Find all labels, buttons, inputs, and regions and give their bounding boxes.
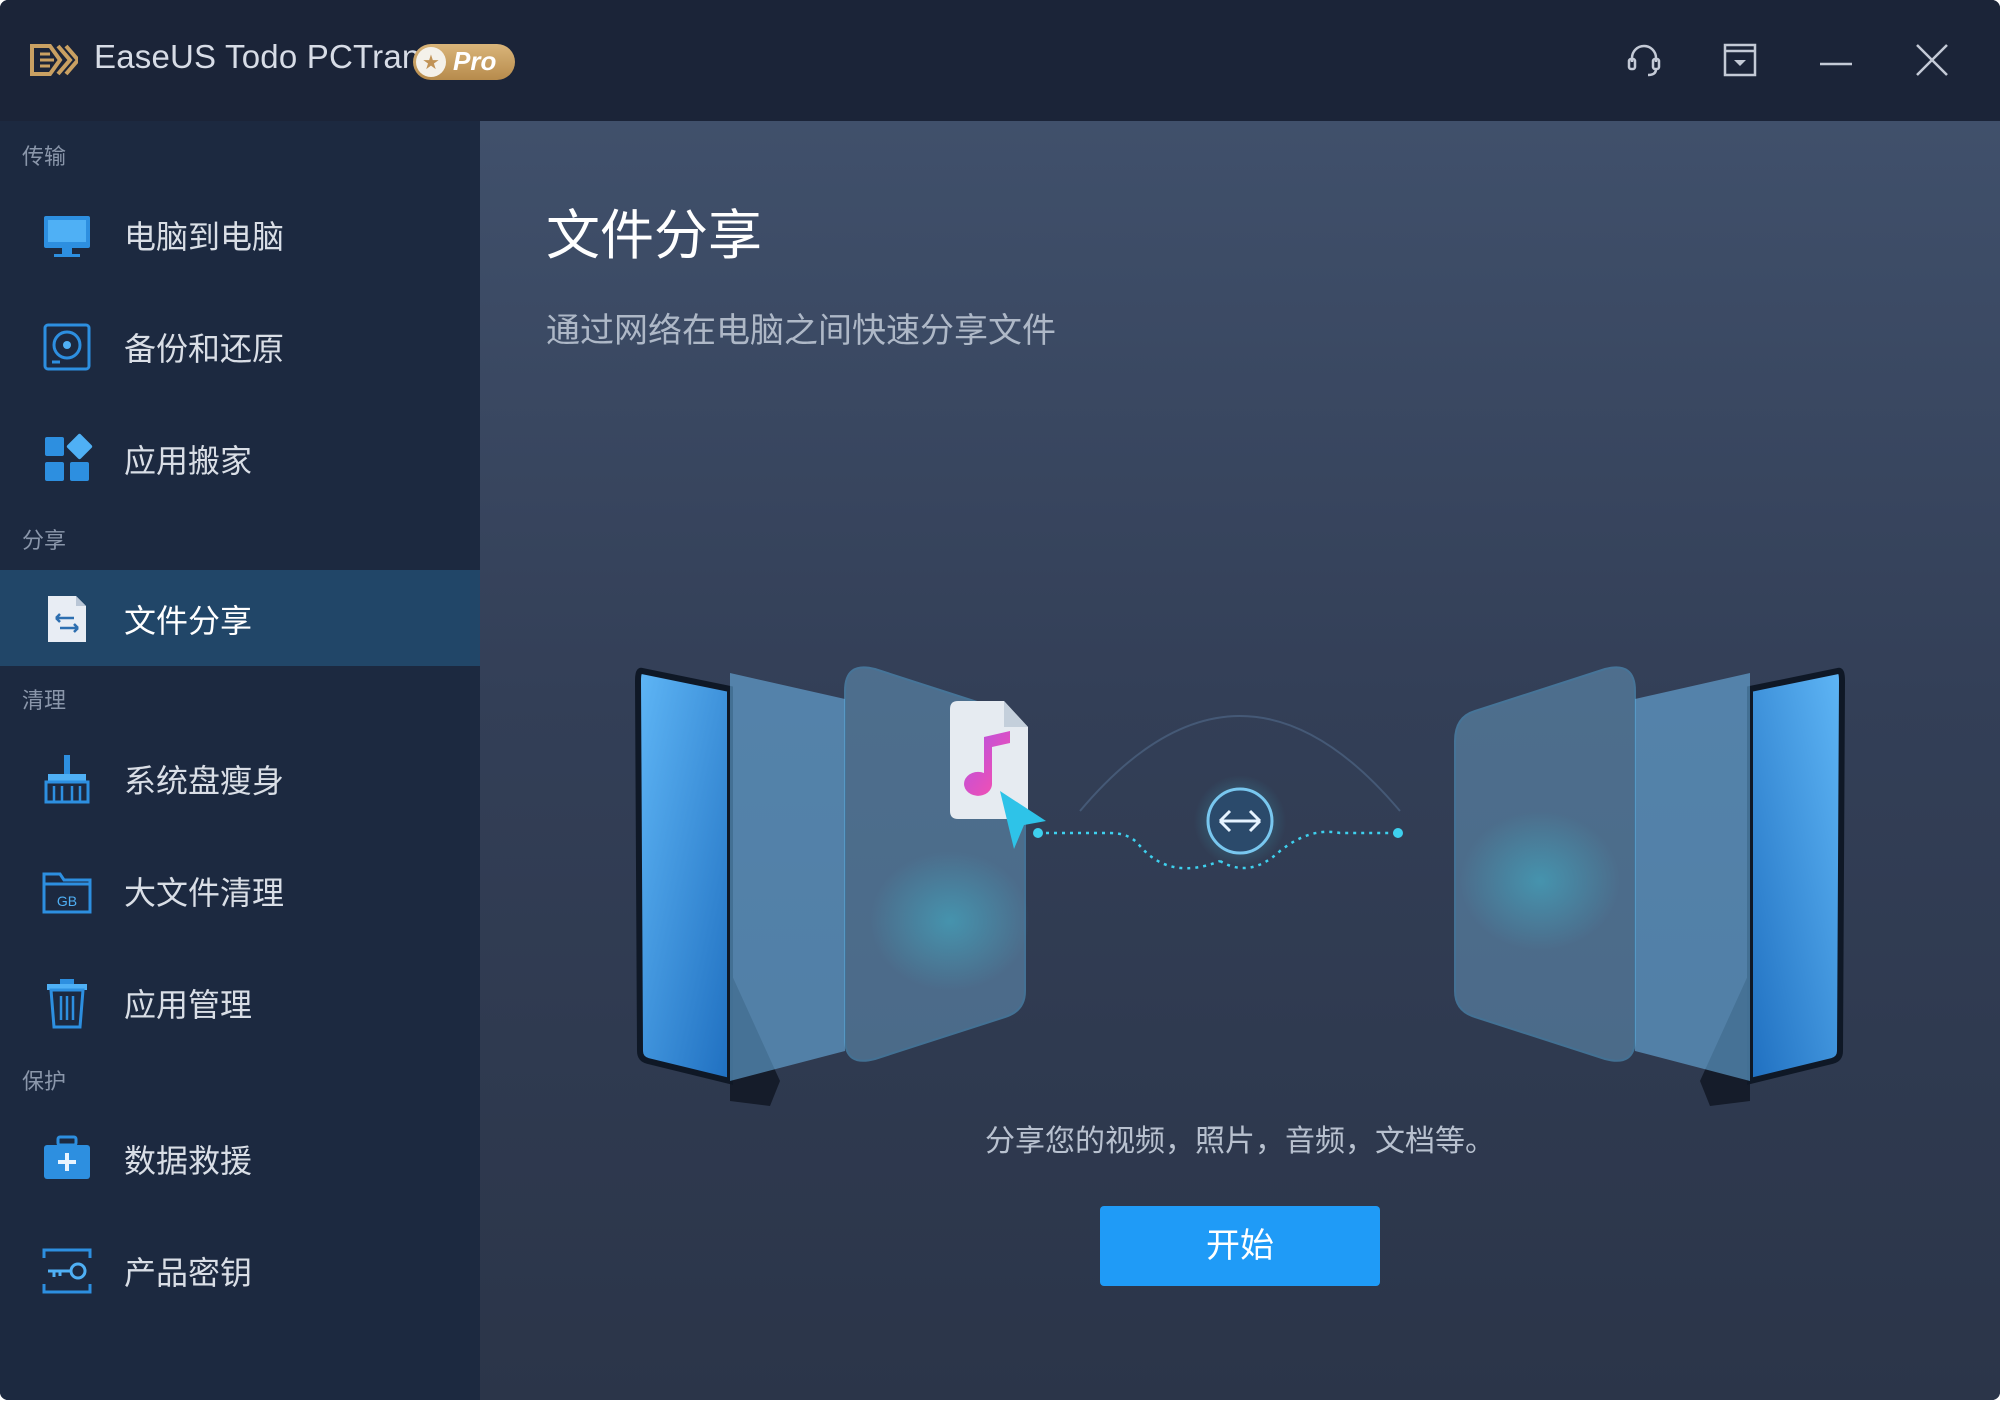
sidebar-item-label: 数据救援 — [124, 1142, 253, 1180]
pro-badge: ★ Pro — [413, 44, 515, 80]
page-subtitle: 通过网络在电脑之间快速分享文件 — [546, 311, 1056, 351]
start-button[interactable]: 开始 — [1100, 1206, 1380, 1286]
feature-caption: 分享您的视频，照片，音频，文档等。 — [985, 1124, 1495, 1159]
trash-icon — [40, 976, 94, 1030]
app-title: EaseUS Todo PCTrans — [94, 38, 438, 75]
close-button[interactable] — [1910, 38, 1954, 82]
section-label-cleanup: 清理 — [22, 689, 67, 714]
sidebar-item-label: 大文件清理 — [124, 874, 285, 912]
menu-dropdown-button[interactable] — [1718, 38, 1762, 82]
file-share-icon — [40, 592, 94, 646]
disk-icon — [40, 320, 94, 374]
section-label-protect: 保护 — [22, 1070, 67, 1095]
sidebar-item-label: 产品密钥 — [124, 1254, 253, 1292]
sidebar-item-label: 应用搬家 — [124, 442, 253, 480]
minimize-icon — [1820, 62, 1852, 66]
sidebar-item-pc-to-pc[interactable]: 电脑到电脑 — [0, 186, 480, 282]
sidebar-item-label: 文件分享 — [124, 602, 253, 640]
sidebar-item-app-migration[interactable]: 应用搬家 — [0, 410, 480, 506]
sidebar-item-label: 备份和还原 — [124, 330, 285, 368]
svg-text:GB: GB — [57, 893, 77, 909]
main-panel: 文件分享 通过网络在电脑之间快速分享文件 分享您的视频，照片，音频，文档等。 开… — [480, 121, 2000, 1400]
app-window: EaseUS Todo PCTrans ★ Pro 传输 电脑到电脑 备份和还原… — [0, 0, 2000, 1400]
sidebar: 传输 电脑到电脑 备份和还原 应用搬家 分享 文件分享 清理 系统盘瘦身 GB … — [0, 121, 480, 1400]
close-icon — [1916, 44, 1948, 76]
apps-grid-icon — [40, 432, 94, 486]
sidebar-item-app-management[interactable]: 应用管理 — [0, 954, 480, 1050]
star-icon: ★ — [416, 47, 446, 77]
sidebar-item-system-slim[interactable]: 系统盘瘦身 — [0, 730, 480, 826]
headset-icon — [1627, 44, 1661, 77]
sidebar-item-backup-restore[interactable]: 备份和还原 — [0, 298, 480, 394]
gb-folder-icon: GB — [40, 864, 94, 918]
minimize-button[interactable] — [1814, 38, 1858, 82]
file-share-illustration — [620, 561, 1860, 1121]
key-icon — [40, 1244, 94, 1298]
easeus-logo-icon — [30, 42, 81, 78]
pro-badge-label: Pro — [453, 46, 497, 76]
broom-icon — [40, 752, 94, 806]
sidebar-item-label: 应用管理 — [124, 986, 253, 1024]
support-button[interactable] — [1622, 38, 1666, 82]
section-label-share: 分享 — [22, 529, 67, 554]
section-label-transfer: 传输 — [22, 145, 67, 170]
title-bar: EaseUS Todo PCTrans ★ Pro — [0, 0, 2000, 121]
sidebar-item-data-rescue[interactable]: 数据救援 — [0, 1110, 480, 1206]
rescue-kit-icon — [40, 1132, 94, 1186]
sidebar-item-product-key[interactable]: 产品密钥 — [0, 1222, 480, 1318]
sidebar-item-label: 电脑到电脑 — [124, 218, 285, 256]
monitor-icon — [40, 208, 94, 262]
sidebar-item-large-file-cleanup[interactable]: GB 大文件清理 — [0, 842, 480, 938]
page-title: 文件分享 — [546, 204, 762, 267]
dropdown-box-icon — [1723, 43, 1757, 77]
sidebar-item-file-share[interactable]: 文件分享 — [0, 570, 480, 666]
sidebar-item-label: 系统盘瘦身 — [124, 762, 285, 800]
